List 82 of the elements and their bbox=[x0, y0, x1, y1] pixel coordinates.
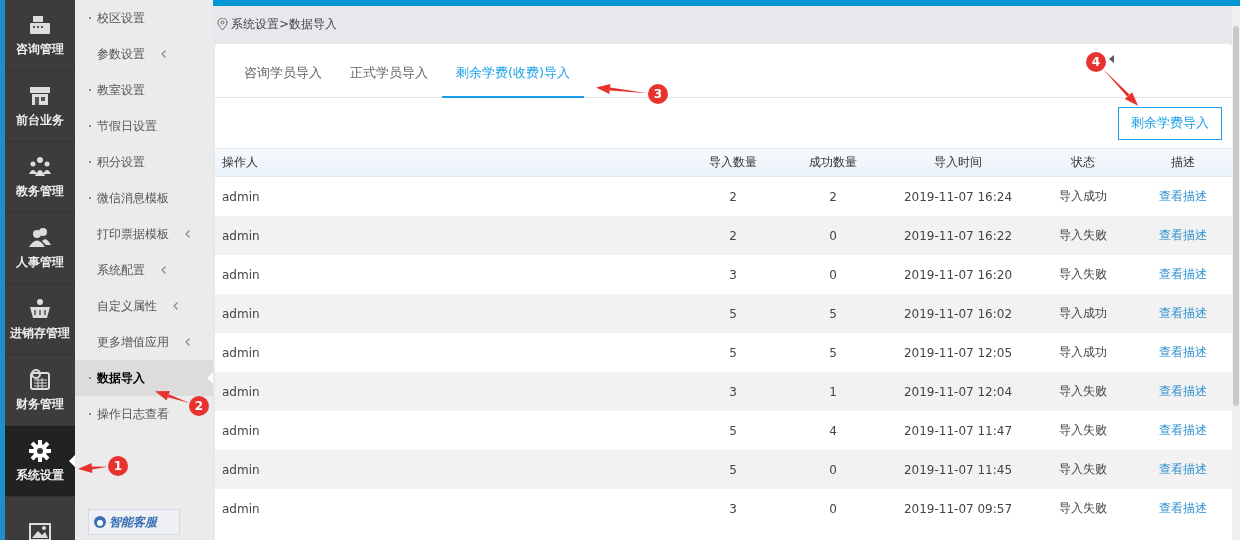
table-cell-text: 4 bbox=[828, 422, 838, 440]
group-icon bbox=[28, 154, 52, 179]
table-cell: 2019-11-07 11:45 bbox=[883, 450, 1033, 489]
submenu-item[interactable]: 参数设置 bbox=[75, 36, 213, 72]
table-cell: 导入失败 bbox=[1033, 216, 1133, 255]
calendar-clock-icon bbox=[28, 367, 52, 392]
table-cell: admin bbox=[215, 294, 683, 333]
table-cell-text: admin bbox=[221, 266, 261, 284]
submenu-item[interactable]: 系统配置 bbox=[75, 252, 213, 288]
table-cell: 2019-11-07 16:02 bbox=[883, 294, 1033, 333]
table-cell: admin bbox=[215, 450, 683, 489]
table-cell-text: 3 bbox=[728, 266, 738, 284]
support-button[interactable]: 智能客服 bbox=[88, 509, 180, 535]
nav-item[interactable]: 系统设置 bbox=[5, 426, 75, 497]
table-cell-text: admin bbox=[221, 188, 261, 206]
view-description-link[interactable]: 查看描述 bbox=[1158, 422, 1207, 439]
table-cell: admin bbox=[215, 372, 683, 411]
people-icon bbox=[28, 225, 52, 250]
tab[interactable]: 咨询学员导入 bbox=[230, 64, 336, 98]
view-description-link[interactable]: 查看描述 bbox=[1158, 266, 1207, 283]
submenu-item[interactable]: 微信消息模板 bbox=[75, 180, 213, 216]
table-cell: 2019-11-07 16:22 bbox=[883, 216, 1033, 255]
table-cell-text: admin bbox=[221, 422, 261, 440]
table-cell-text: 0 bbox=[828, 266, 838, 284]
table-cell-text: 5 bbox=[828, 344, 838, 362]
table-cell: 5 bbox=[683, 294, 783, 333]
scrollbar[interactable] bbox=[1232, 6, 1240, 540]
submenu-item[interactable]: 积分设置 bbox=[75, 144, 213, 180]
submenu-item[interactable]: 校区设置 bbox=[75, 0, 213, 36]
location-pin-icon bbox=[217, 17, 228, 31]
table-cell: 0 bbox=[783, 450, 883, 489]
table-cell-text: 2019-11-07 09:57 bbox=[902, 500, 1014, 518]
table-cell: admin bbox=[215, 216, 683, 255]
table-cell-text: 5 bbox=[728, 344, 738, 362]
table-cell: 2 bbox=[683, 216, 783, 255]
submenu-item[interactable]: 数据导入 bbox=[75, 360, 213, 396]
view-description-link[interactable]: 查看描述 bbox=[1158, 188, 1207, 205]
submenu-item[interactable]: 节假日设置 bbox=[75, 108, 213, 144]
table-cell: 2019-11-07 12:04 bbox=[883, 372, 1033, 411]
column-header: 成功数量 bbox=[783, 148, 883, 177]
table-cell-text: 2 bbox=[728, 188, 738, 206]
column-header: 导入数量 bbox=[683, 148, 783, 177]
submenu-item[interactable]: 打印票据模板 bbox=[75, 216, 213, 252]
table-cell: 3 bbox=[683, 372, 783, 411]
table-cell-text: 2019-11-07 11:47 bbox=[902, 422, 1014, 440]
image-icon bbox=[28, 520, 52, 540]
table-cell-text: 2019-11-07 12:05 bbox=[902, 344, 1014, 362]
table-cell: 0 bbox=[783, 216, 883, 255]
column-header: 状态 bbox=[1033, 148, 1133, 177]
support-agent-icon bbox=[93, 515, 107, 529]
breadcrumb: 系统设置>数据导入 bbox=[231, 15, 338, 33]
view-description-link[interactable]: 查看描述 bbox=[1158, 500, 1207, 517]
submenu-item[interactable]: 自定义属性 bbox=[75, 288, 213, 324]
table-cell: 5 bbox=[683, 450, 783, 489]
table-cell: 导入失败 bbox=[1033, 450, 1133, 489]
table-cell-text: 导入成功 bbox=[1058, 344, 1108, 361]
settings-icon bbox=[28, 438, 52, 463]
table-cell-text: 0 bbox=[828, 500, 838, 518]
table-cell-text: 3 bbox=[728, 500, 738, 518]
table-cell: 导入失败 bbox=[1033, 372, 1133, 411]
table-cell-text: 导入失败 bbox=[1058, 422, 1108, 439]
table-cell-text: admin bbox=[221, 344, 261, 362]
table-cell: 1 bbox=[783, 372, 883, 411]
column-header: 操作人 bbox=[215, 148, 683, 177]
table-cell-text: 导入成功 bbox=[1058, 188, 1108, 205]
column-header: 描述 bbox=[1133, 148, 1232, 177]
callout-arrow bbox=[1102, 69, 1138, 106]
basket-icon bbox=[28, 296, 52, 321]
table-cell-text: 导入失败 bbox=[1058, 500, 1108, 517]
tab[interactable]: 正式学员导入 bbox=[336, 64, 442, 98]
column-header: 导入时间 bbox=[883, 148, 1033, 177]
table-cell: 导入成功 bbox=[1033, 294, 1133, 333]
table-cell-text: 导入失败 bbox=[1058, 266, 1108, 283]
view-description-link[interactable]: 查看描述 bbox=[1158, 344, 1207, 361]
table-cell-text: 2019-11-07 16:24 bbox=[902, 188, 1014, 206]
table-cell: 5 bbox=[783, 294, 883, 333]
submenu-item[interactable]: 教室设置 bbox=[75, 72, 213, 108]
table-cell-text: 5 bbox=[728, 422, 738, 440]
submenu-item[interactable]: 更多增值应用 bbox=[75, 324, 213, 360]
table-cell-text: admin bbox=[221, 500, 261, 518]
table-cell-text: 2 bbox=[828, 188, 838, 206]
table-cell-text: 2019-11-07 16:20 bbox=[902, 266, 1014, 284]
